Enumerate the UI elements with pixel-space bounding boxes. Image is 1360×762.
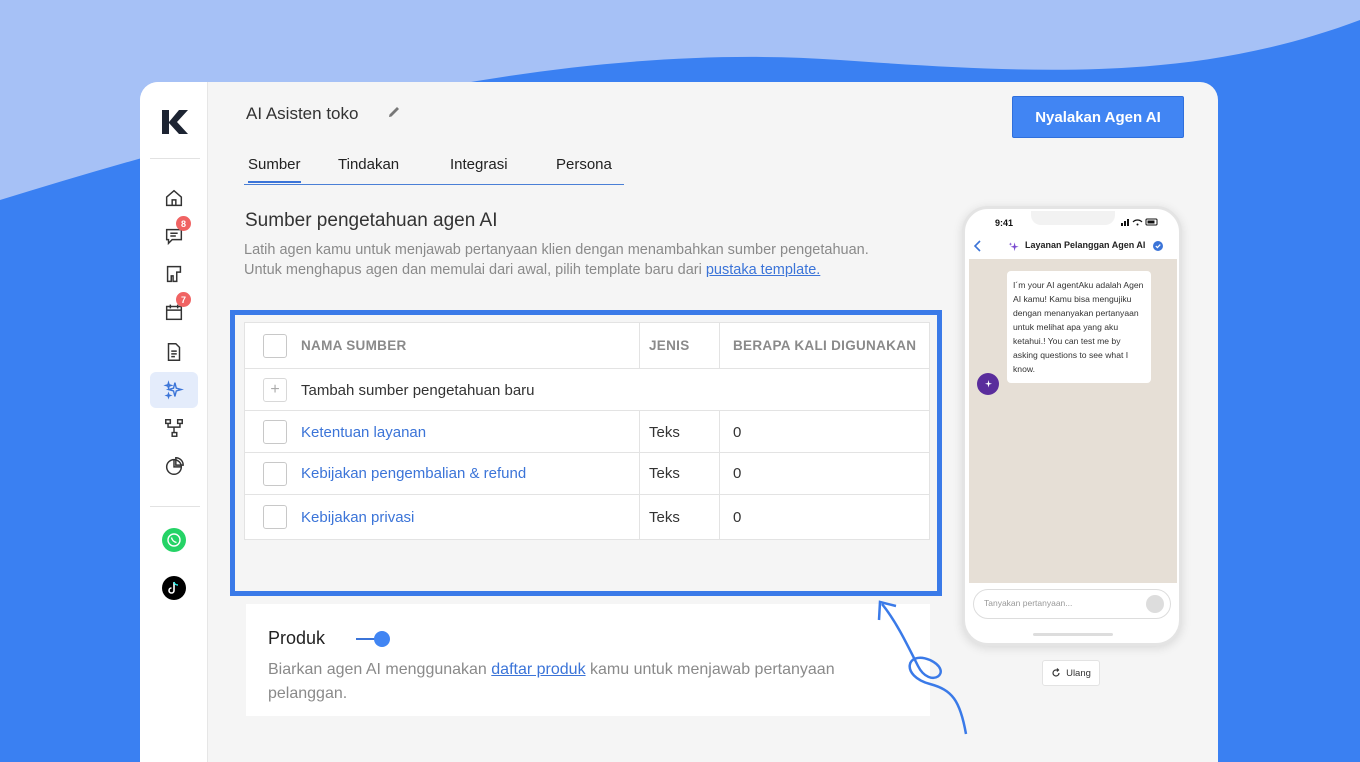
document-icon (167, 343, 181, 361)
channel-tiktok[interactable] (162, 576, 186, 600)
section-description: Latih agen kamu untuk menjawab pertanyaa… (244, 240, 924, 280)
phone-status-icons (1121, 218, 1158, 226)
highlight-frame (230, 310, 942, 596)
phone-notch (1031, 211, 1115, 225)
sidebar-item-calendar[interactable]: 7 (150, 292, 198, 330)
sidebar-item-documents[interactable] (150, 334, 198, 370)
brand-logo-icon (162, 110, 188, 134)
sidebar-item-chat[interactable]: 8 (150, 216, 198, 254)
send-icon[interactable] (1146, 595, 1164, 613)
tab-bar: Sumber Tindakan Integrasi Persona (244, 150, 624, 185)
section-heading: Sumber pengetahuan agen AI (245, 210, 498, 231)
chat-badge: 8 (176, 216, 191, 231)
home-indicator (1033, 633, 1113, 636)
product-section: Produk Biarkan agen AI menggunakan dafta… (246, 604, 930, 716)
page-title: AI Asisten toko (246, 104, 359, 123)
sidebar-item-reports[interactable] (150, 448, 198, 484)
phone-preview: 9:41 Layanan Pelanggan Agen AI I´m your … (962, 206, 1182, 646)
ai-sparkle-icon (1008, 242, 1019, 252)
sidebar: 8 7 (140, 82, 208, 762)
home-icon (165, 189, 183, 207)
whatsapp-icon (167, 533, 181, 547)
back-chevron-icon[interactable] (973, 240, 983, 252)
edit-pencil-icon[interactable] (386, 104, 402, 120)
pie-chart-icon (165, 457, 184, 475)
product-list-link[interactable]: daftar produk (491, 661, 585, 678)
tab-persona[interactable]: Persona (556, 156, 612, 173)
agent-message: I´m your AI agentAku adalah Agen AI kamu… (1007, 271, 1151, 383)
ai-sparkle-icon (985, 380, 992, 388)
tab-tindakan[interactable]: Tindakan (338, 156, 399, 173)
workflow-icon (165, 419, 183, 437)
sidebar-item-ai-agent[interactable] (150, 372, 198, 408)
kanban-icon (166, 265, 182, 283)
product-toggle[interactable] (356, 630, 392, 648)
app-window: 8 7 AI Asisten toko Nyalakan Agen AI Sum… (140, 82, 1218, 762)
template-library-link[interactable]: pustaka template. (706, 262, 820, 278)
product-description: Biarkan agen AI menggunakan daftar produ… (268, 661, 835, 702)
tab-integrasi[interactable]: Integrasi (450, 156, 508, 173)
refresh-icon (1052, 668, 1060, 677)
channel-whatsapp[interactable] (162, 528, 186, 552)
ai-sparkle-icon (163, 380, 184, 400)
sidebar-item-workflow[interactable] (150, 410, 198, 446)
agent-avatar (977, 373, 999, 395)
chat-contact-name: Layanan Pelanggan Agen AI (1025, 240, 1146, 250)
tiktok-icon (168, 581, 179, 594)
chat-header: Layanan Pelanggan Agen AI (965, 235, 1179, 259)
reset-button[interactable]: Ulang (1042, 660, 1100, 686)
calendar-badge: 7 (176, 292, 191, 307)
enable-agent-button[interactable]: Nyalakan Agen AI (1012, 96, 1184, 138)
product-title: Produk (268, 628, 326, 648)
description-line-2: Untuk menghapus agen dan memulai dari aw… (244, 262, 821, 278)
chat-area: I´m your AI agentAku adalah Agen AI kamu… (969, 259, 1177, 583)
verified-badge-icon (1153, 241, 1163, 251)
chat-input[interactable]: Tanyakan pertanyaan... (973, 589, 1171, 619)
phone-time: 9:41 (995, 218, 1014, 228)
description-line-1: Latih agen kamu untuk menjawab pertanyaa… (244, 242, 869, 258)
chat-input-placeholder: Tanyakan pertanyaan... (984, 598, 1073, 608)
tab-sumber[interactable]: Sumber (248, 156, 301, 183)
sidebar-item-kanban[interactable] (150, 256, 198, 292)
sidebar-item-home[interactable] (150, 180, 198, 216)
